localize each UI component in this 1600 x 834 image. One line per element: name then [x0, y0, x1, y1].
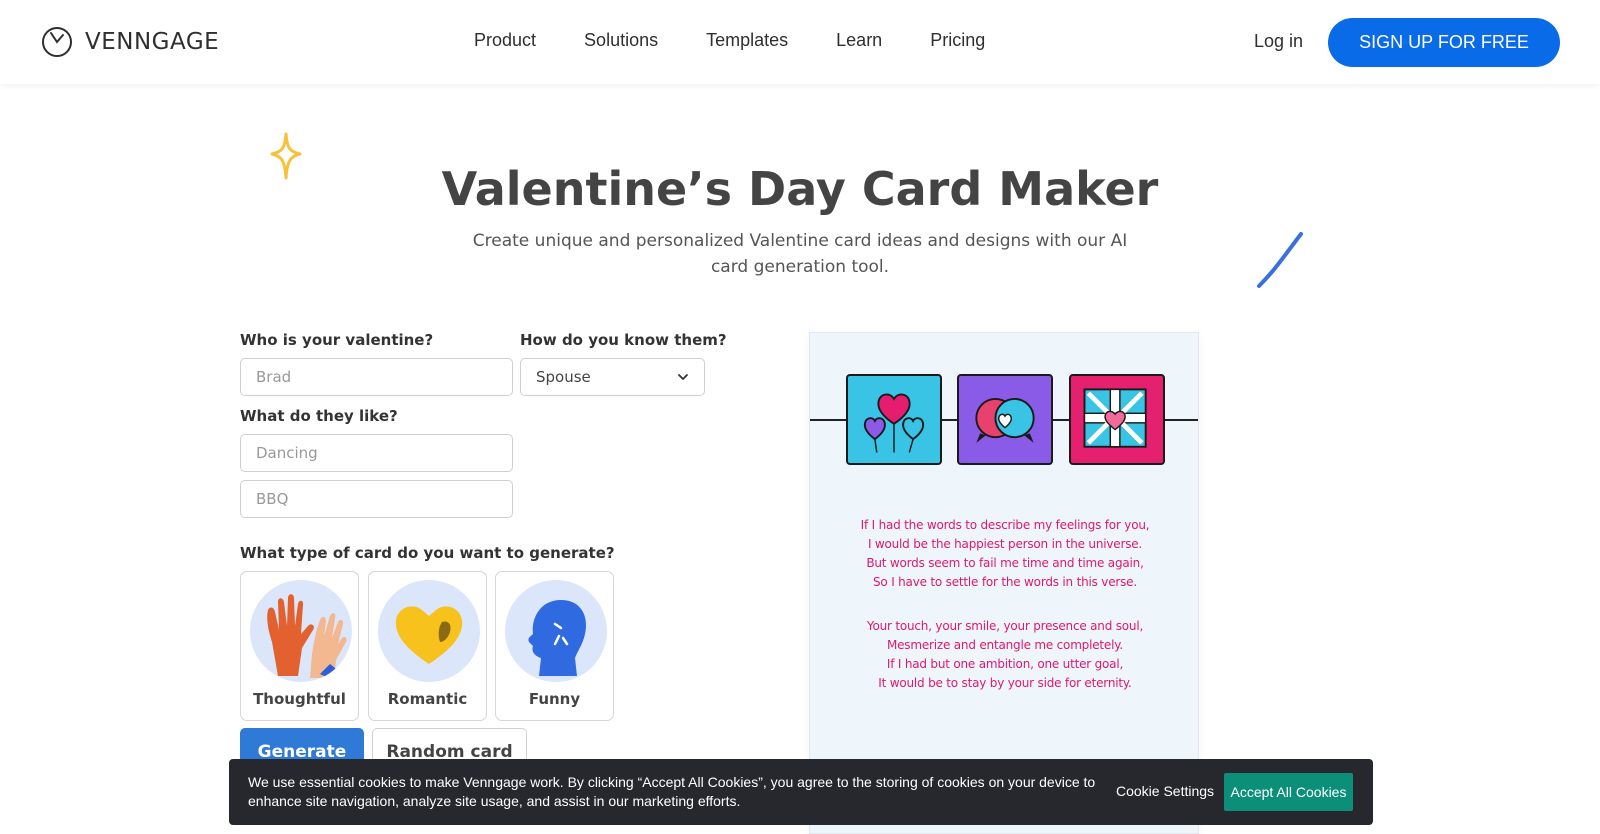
- likes-placeholder-2: BBQ: [256, 490, 289, 508]
- gift-box-icon: [1069, 374, 1165, 465]
- high-five-icon: [250, 580, 352, 682]
- relation-select[interactable]: Spouse: [520, 358, 705, 396]
- cookie-banner-text: We use essential cookies to make Venngag…: [248, 774, 1096, 809]
- chevron-down-icon: [678, 374, 688, 380]
- relation-select-value: Spouse: [536, 368, 591, 386]
- card-type-thoughtful[interactable]: Thoughtful: [240, 571, 359, 721]
- poem-line: So I have to settle for the words in thi…: [873, 575, 1137, 589]
- nav-learn[interactable]: Learn: [836, 30, 882, 51]
- poem-line: It would be to stay by your side for ete…: [878, 676, 1132, 690]
- speech-bubbles-icon: [957, 374, 1053, 465]
- poem-line: But words seem to fail me time and time …: [866, 556, 1144, 570]
- poem-line: Your touch, your smile, your presence an…: [866, 619, 1144, 633]
- likes-label: What do they like?: [240, 407, 398, 425]
- nav-solutions[interactable]: Solutions: [584, 30, 658, 51]
- cookie-settings-button[interactable]: Cookie Settings: [1116, 783, 1214, 799]
- nav-pricing[interactable]: Pricing: [930, 30, 985, 51]
- poem-stanza-2: Your touch, your smile, your presence an…: [810, 617, 1198, 693]
- relation-label: How do you know them?: [520, 331, 727, 349]
- poem-line: Mesmerize and entangle me completely.: [886, 638, 1124, 652]
- venngage-logo[interactable]: VENNGAGE: [41, 26, 219, 58]
- logo-clock-icon: [42, 27, 72, 57]
- gold-heart-icon: [378, 580, 480, 682]
- main-nav: Product Solutions Templates Learn Pricin…: [474, 30, 1033, 51]
- page-subtitle: Create unique and personalized Valentine…: [472, 231, 1128, 277]
- laughing-head-icon: [505, 580, 607, 682]
- accept-all-cookies-button[interactable]: Accept All Cookies: [1224, 773, 1353, 811]
- cookie-banner: We use essential cookies to make Venngag…: [229, 759, 1373, 825]
- card-type-label: What type of card do you want to generat…: [240, 544, 615, 562]
- logo-text: VENNGAGE: [85, 29, 220, 55]
- valentine-label: Who is your valentine?: [240, 331, 434, 349]
- card-type-romantic-label: Romantic: [387, 690, 468, 708]
- likes-input-1[interactable]: Dancing: [240, 434, 513, 472]
- card-type-funny-label: Funny: [528, 690, 581, 708]
- poem-line: If I had but one ambition, one utter goa…: [886, 657, 1124, 671]
- valentine-name-placeholder: Brad: [256, 368, 292, 386]
- login-link[interactable]: Log in: [1254, 31, 1303, 52]
- poem-line: I would be the happiest person in the un…: [867, 537, 1143, 551]
- poem-stanza-1: If I had the words to describe my feelin…: [810, 516, 1198, 592]
- card-poem: If I had the words to describe my feelin…: [810, 516, 1198, 693]
- card-type-romantic[interactable]: Romantic: [368, 571, 487, 721]
- nav-templates[interactable]: Templates: [706, 30, 788, 51]
- likes-placeholder-1: Dancing: [256, 444, 318, 462]
- poem-line: If I had the words to describe my feelin…: [860, 518, 1150, 532]
- brush-stroke-icon: [1257, 232, 1303, 288]
- page-title: Valentine’s Day Card Maker: [441, 162, 1159, 216]
- card-type-thoughtful-label: Thoughtful: [253, 690, 346, 708]
- nav-product[interactable]: Product: [474, 30, 536, 51]
- site-header: VENNGAGE Product Solutions Templates Lea…: [0, 0, 1600, 84]
- heart-balloons-icon: [846, 374, 942, 465]
- signup-button[interactable]: SIGN UP FOR FREE: [1328, 18, 1560, 67]
- likes-input-2[interactable]: BBQ: [240, 480, 513, 518]
- card-type-funny[interactable]: Funny: [495, 571, 614, 721]
- valentine-name-input[interactable]: Brad: [240, 358, 513, 396]
